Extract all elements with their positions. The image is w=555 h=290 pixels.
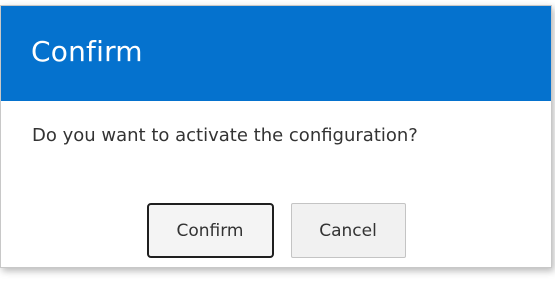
dialog-body: Do you want to activate the configuratio… — [1, 101, 551, 157]
confirm-dialog: Confirm Do you want to activate the conf… — [0, 5, 552, 268]
dialog-title: Confirm — [31, 35, 143, 68]
dialog-footer: Confirm Cancel — [1, 203, 551, 258]
confirm-button[interactable]: Confirm — [146, 203, 274, 258]
dialog-message: Do you want to activate the configuratio… — [32, 125, 418, 146]
page: Confirm Do you want to activate the conf… — [0, 0, 555, 290]
cancel-button[interactable]: Cancel — [290, 203, 406, 258]
dialog-header: Confirm — [1, 6, 551, 101]
